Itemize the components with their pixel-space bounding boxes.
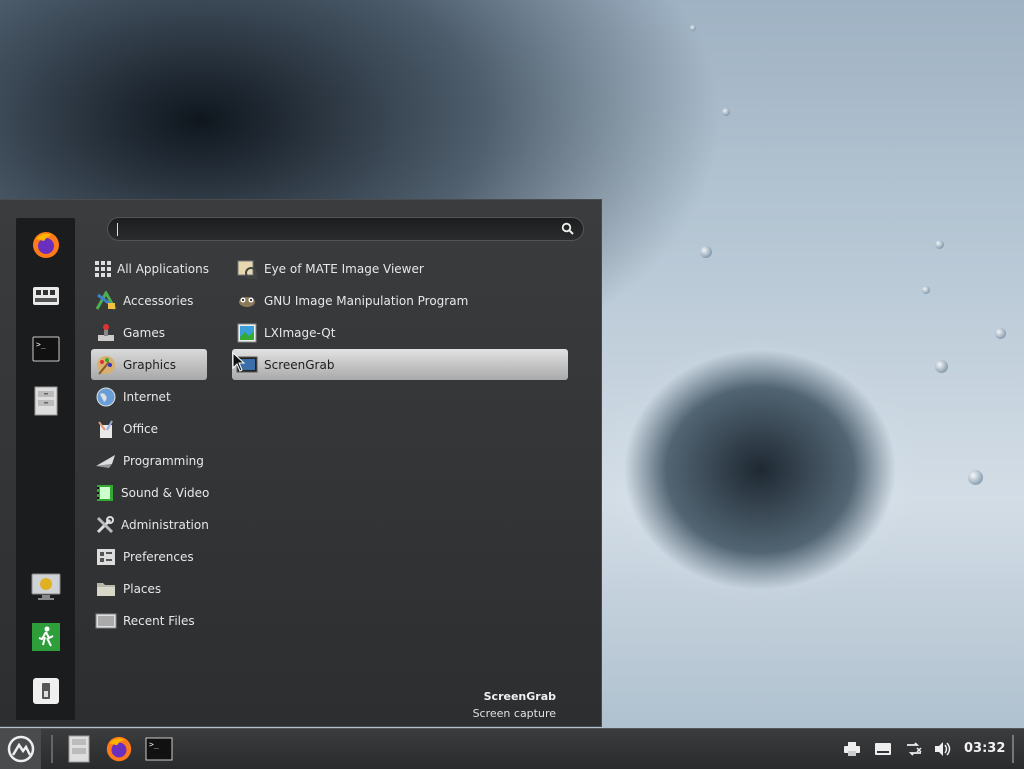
app-description-title: ScreenGrab — [483, 690, 556, 703]
category-games[interactable]: Games — [91, 317, 207, 348]
app-screengrab[interactable]: ScreenGrab — [232, 349, 568, 380]
category-office[interactable]: Office — [91, 413, 207, 444]
category-label: Programming — [123, 453, 204, 468]
shutdown-icon[interactable] — [29, 674, 63, 708]
network-icon[interactable] — [904, 739, 924, 759]
water-droplet — [995, 328, 1006, 339]
volume-icon[interactable] — [933, 739, 953, 759]
accessories-icon — [95, 290, 117, 312]
firefox-launcher[interactable] — [103, 733, 135, 765]
gimp-icon — [236, 290, 258, 312]
menu-logo-icon — [7, 735, 34, 763]
tools-icon — [95, 514, 115, 536]
office-icon — [95, 418, 117, 440]
category-label: All Applications — [117, 261, 209, 276]
app-eye-of-mate[interactable]: Eye of MATE Image Viewer — [232, 253, 568, 284]
svg-text:>_: >_ — [149, 740, 159, 749]
category-label: Office — [123, 421, 159, 436]
programming-icon — [95, 450, 117, 472]
category-label: Games — [123, 325, 165, 340]
category-label: Internet — [123, 389, 171, 404]
favorites-bar: >_ — [16, 218, 75, 720]
app-label: Eye of MATE Image Viewer — [264, 261, 424, 276]
category-label: Preferences — [123, 549, 194, 564]
software-manager-icon[interactable] — [29, 280, 63, 314]
category-all-applications[interactable]: All Applications — [91, 253, 209, 284]
keyboard-icon[interactable] — [873, 739, 893, 759]
category-accessories[interactable]: Accessories — [91, 285, 207, 316]
file-manager-icon[interactable] — [29, 384, 63, 418]
app-lximage-qt[interactable]: LXImage-Qt — [232, 317, 568, 348]
app-label: ScreenGrab — [264, 357, 335, 372]
image-viewer-icon — [236, 258, 258, 280]
app-label: LXImage-Qt — [264, 325, 336, 340]
lximage-icon — [236, 322, 258, 344]
category-label: Places — [123, 581, 162, 596]
category-administration[interactable]: Administration — [91, 509, 209, 540]
water-droplet — [935, 240, 944, 249]
category-label: Recent Files — [123, 613, 195, 628]
globe-icon — [95, 386, 117, 408]
firefox-icon[interactable] — [29, 228, 63, 262]
firefox-icon — [106, 736, 132, 762]
app-label: GNU Image Manipulation Program — [264, 293, 469, 308]
preferences-icon — [95, 546, 117, 568]
menu-button[interactable] — [0, 729, 41, 769]
file-manager-launcher[interactable] — [63, 733, 95, 765]
app-gimp[interactable]: GNU Image Manipulation Program — [232, 285, 568, 316]
bottom-panel: >_ 03:32 — [0, 728, 1024, 769]
category-graphics[interactable]: Graphics — [91, 349, 207, 380]
water-droplet — [968, 470, 983, 485]
mouse-cursor — [232, 352, 246, 372]
clock[interactable]: 03:32 — [964, 741, 1005, 756]
terminal-icon[interactable]: >_ — [29, 332, 63, 366]
terminal-icon: >_ — [145, 737, 173, 761]
terminal-launcher[interactable]: >_ — [143, 733, 175, 765]
category-internet[interactable]: Internet — [91, 381, 207, 412]
application-menu: >_ All Applications Accessories Games Gr… — [0, 199, 602, 727]
category-label: Administration — [121, 517, 209, 532]
category-preferences[interactable]: Preferences — [91, 541, 207, 572]
category-programming[interactable]: Programming — [91, 445, 207, 476]
search-box[interactable] — [107, 217, 584, 241]
category-places[interactable]: Places — [91, 573, 207, 604]
sound-video-icon — [95, 482, 115, 504]
graphics-icon — [95, 354, 117, 376]
games-icon — [95, 322, 117, 344]
water-droplet — [935, 360, 948, 373]
folder-icon — [95, 578, 117, 600]
category-recent-files[interactable]: Recent Files — [91, 605, 207, 636]
svg-text:>_: >_ — [36, 340, 46, 349]
category-label: Sound & Video — [121, 485, 210, 500]
search-input[interactable] — [120, 220, 554, 240]
water-droplet — [700, 246, 712, 258]
category-label: Accessories — [123, 293, 194, 308]
lock-screen-icon[interactable] — [29, 570, 63, 604]
recent-files-icon — [95, 610, 117, 632]
water-droplet — [690, 25, 696, 31]
search-icon[interactable] — [561, 222, 575, 236]
water-droplet — [922, 286, 930, 294]
category-label: Graphics — [123, 357, 176, 372]
show-desktop-button[interactable] — [1012, 735, 1022, 763]
logout-icon[interactable] — [29, 620, 63, 654]
grid-icon — [95, 258, 111, 280]
file-manager-icon — [68, 735, 90, 763]
app-description-text: Screen capture — [472, 707, 556, 720]
panel-separator — [51, 735, 53, 763]
water-droplet — [722, 108, 730, 116]
category-sound-video[interactable]: Sound & Video — [91, 477, 210, 508]
text-caret — [117, 223, 118, 236]
printer-icon[interactable] — [842, 739, 862, 759]
